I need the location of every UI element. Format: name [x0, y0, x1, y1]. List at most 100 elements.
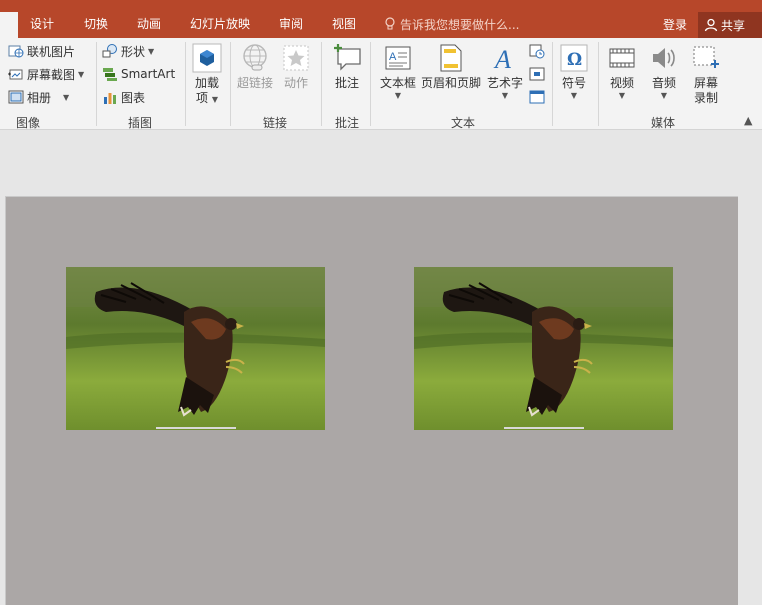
hawk-photo-left[interactable]: [66, 267, 325, 430]
group-divider: [552, 42, 553, 126]
symbol-button[interactable]: Ω 符号 ▼: [558, 42, 590, 101]
group-divider: [370, 42, 371, 126]
chevron-down-icon: ▼: [501, 91, 509, 100]
smartart-button[interactable]: SmartArt: [102, 64, 175, 84]
video-button[interactable]: 视频 ▼: [606, 42, 638, 101]
tell-me-search[interactable]: 告诉我您想要做什么...: [384, 15, 519, 33]
illustrations-group-label: 插图: [128, 116, 153, 130]
header-footer-label: 页眉和页脚: [420, 76, 481, 90]
ribbon-tab-bar: 设计 切换 动画 幻灯片放映 审阅 视图 告诉我您想要做什么... 登录 共享: [0, 0, 762, 38]
addins-button[interactable]: 加载 项 ▼: [189, 42, 225, 106]
omega-icon: Ω: [560, 44, 588, 72]
symbol-label: 符号: [561, 76, 586, 90]
star-action-icon: [283, 45, 309, 71]
hyperlink-label: 超链接: [236, 76, 273, 90]
slide-number-icon: [529, 67, 545, 81]
group-divider: [185, 42, 186, 126]
comment-button[interactable]: 批注: [330, 42, 364, 91]
ribbon-insert: 联机图片 屏幕截图 ▼ 相册 ▼ 图像 形状 ▼ SmartArt 图表 插图 …: [0, 38, 762, 130]
chevron-down-icon: ▼: [394, 91, 402, 100]
shapes-icon: [102, 44, 117, 58]
slide-number-button[interactable]: [529, 66, 545, 82]
collapse-ribbon-icon[interactable]: ▲: [744, 114, 752, 127]
textbox-label: 文本框: [379, 76, 416, 90]
group-divider: [230, 42, 231, 126]
photo-album-icon: [8, 90, 24, 104]
screenshot-icon: [8, 69, 23, 80]
chevron-down-icon: ▼: [660, 91, 668, 100]
wordart-button[interactable]: A 艺术字 ▼: [486, 42, 524, 101]
hawk-image: [414, 267, 673, 430]
header-footer-button[interactable]: 页眉和页脚: [420, 42, 482, 91]
screen-recording-label-line2: 录制: [693, 91, 718, 105]
tell-me-placeholder: 告诉我您想要做什么...: [400, 17, 520, 32]
store-icon: [192, 43, 222, 73]
speaker-icon: [653, 48, 675, 68]
online-pictures-icon: [8, 45, 24, 58]
date-time-button[interactable]: [529, 43, 545, 59]
comment-icon: [334, 44, 361, 71]
textbox-button[interactable]: A 文本框 ▼: [379, 42, 417, 101]
media-group-label: 媒体: [650, 116, 675, 130]
chart-label: 图表: [121, 90, 146, 105]
chevron-down-icon: ▼: [78, 69, 85, 79]
comment-label: 批注: [334, 76, 359, 90]
chevron-down-icon: ▼: [148, 46, 155, 56]
action-label: 动作: [283, 76, 308, 90]
chevron-down-icon: ▼: [211, 95, 218, 104]
action-button[interactable]: 动作: [280, 42, 312, 91]
screen-recording-label: 屏幕: [693, 76, 718, 90]
images-group-label: 图像: [16, 116, 41, 130]
textbox-icon: A: [385, 46, 411, 70]
object-icon: [529, 90, 545, 104]
tab-slideshow[interactable]: 幻灯片放映: [190, 16, 250, 32]
screen-recording-icon: [693, 46, 719, 68]
person-icon: [704, 18, 718, 32]
svg-text:A: A: [493, 45, 511, 72]
chevron-down-icon: ▼: [63, 92, 70, 102]
comments-group-label: 批注: [334, 116, 359, 130]
screenshot-label: 屏幕截图: [27, 67, 76, 82]
hyperlink-button[interactable]: 超链接: [236, 42, 274, 91]
addins-label: 加载: [194, 76, 219, 90]
object-button[interactable]: [529, 89, 545, 105]
tab-animations[interactable]: 动画: [137, 16, 161, 32]
links-group-label: 链接: [262, 116, 287, 130]
wordart-label: 艺术字: [486, 76, 523, 90]
calendar-icon: [529, 44, 545, 59]
audio-button[interactable]: 音频 ▼: [648, 42, 680, 101]
online-pictures-button[interactable]: 联机图片: [8, 41, 75, 61]
screenshot-button[interactable]: 屏幕截图 ▼: [8, 64, 84, 84]
active-tab-indicator: [0, 12, 18, 38]
online-pictures-label: 联机图片: [27, 44, 76, 59]
tab-view[interactable]: 视图: [332, 16, 356, 32]
group-divider: [321, 42, 322, 126]
screen-recording-button[interactable]: 屏幕 录制: [690, 42, 722, 106]
tab-design[interactable]: 设计: [30, 16, 54, 32]
hawk-photo-right[interactable]: [414, 267, 673, 430]
addins-label-line2: 项 ▼: [196, 91, 218, 105]
globe-link-icon: [243, 44, 267, 71]
tab-review[interactable]: 审阅: [279, 16, 303, 32]
hawk-image: [66, 267, 325, 430]
share-button[interactable]: 共享: [698, 12, 762, 38]
chart-button[interactable]: 图表: [102, 87, 145, 107]
shapes-label: 形状: [121, 44, 146, 59]
text-group-label: 文本: [450, 116, 475, 130]
share-label: 共享: [721, 18, 746, 33]
film-icon: [609, 48, 635, 68]
photo-album-label: 相册: [27, 90, 52, 105]
login-link[interactable]: 登录: [663, 16, 687, 33]
video-label: 视频: [609, 76, 634, 90]
chevron-down-icon: ▼: [570, 91, 578, 100]
lightbulb-icon: [385, 17, 395, 30]
smartart-label: SmartArt: [121, 67, 176, 81]
chevron-down-icon: ▼: [618, 91, 626, 100]
svg-text:A: A: [389, 51, 397, 63]
smartart-icon: [103, 68, 117, 81]
tab-transitions[interactable]: 切换: [84, 16, 108, 32]
shapes-button[interactable]: 形状 ▼: [102, 41, 154, 61]
group-divider: [96, 42, 97, 126]
photo-album-button[interactable]: 相册 ▼: [8, 87, 69, 107]
header-footer-icon: [440, 44, 462, 72]
